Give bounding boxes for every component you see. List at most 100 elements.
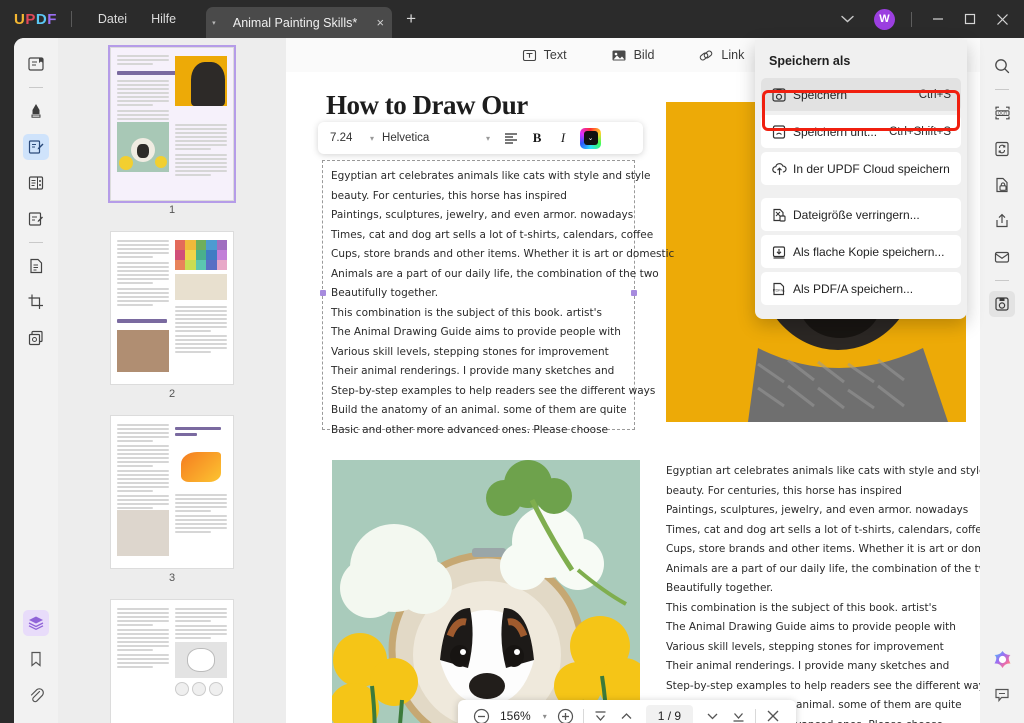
compress-icon bbox=[771, 207, 793, 223]
new-tab-button[interactable]: + bbox=[406, 9, 416, 29]
menu-hilfe[interactable]: Hilfe bbox=[139, 8, 188, 30]
doc-right-line: The Animal Drawing Guide aims to provide… bbox=[666, 621, 956, 633]
search-icon[interactable] bbox=[989, 53, 1015, 79]
bold-button[interactable]: B bbox=[524, 126, 550, 150]
font-size-value[interactable]: 7.24 bbox=[326, 132, 370, 144]
doc-line: beauty. For centuries, this horse has in… bbox=[331, 189, 567, 202]
align-left-icon[interactable] bbox=[498, 126, 524, 150]
save-as-dropdown[interactable]: Speichern als Speichern Ctrl+S Speichern… bbox=[755, 40, 967, 319]
prev-page-icon[interactable] bbox=[614, 703, 640, 723]
font-family-value[interactable]: Helvetica bbox=[382, 132, 486, 144]
page-indicator[interactable]: 1 / 9 bbox=[645, 705, 694, 723]
close-zoom-bar-button[interactable] bbox=[760, 703, 786, 723]
bookmark-icon[interactable] bbox=[23, 646, 49, 672]
chevron-down-icon[interactable] bbox=[827, 15, 868, 23]
resize-handle-left[interactable] bbox=[320, 290, 326, 296]
text-color-icon[interactable]: ⌄ bbox=[580, 127, 602, 149]
zoom-divider-1 bbox=[582, 709, 584, 723]
mail-icon[interactable] bbox=[989, 244, 1015, 270]
toolbar-image-label: Bild bbox=[633, 48, 655, 62]
right-column-text: Egyptian art celebrates animals like cat… bbox=[666, 462, 980, 723]
toolbar-image-button[interactable]: Bild bbox=[611, 48, 655, 63]
doc-line: This combination is the subject of this … bbox=[331, 306, 602, 319]
color-swatch: ⌄ bbox=[583, 131, 598, 145]
layers-icon[interactable] bbox=[23, 610, 49, 636]
doc-line: Paintings, sculptures, jewelry, and even… bbox=[331, 209, 634, 221]
tab-caret-icon: ▾ bbox=[212, 19, 216, 27]
zoom-out-button[interactable] bbox=[468, 703, 494, 723]
menu-item-dateigroesse-verringern[interactable]: Dateigröße verringern... bbox=[761, 198, 961, 231]
ocr-icon[interactable]: OCR bbox=[989, 100, 1015, 126]
font-format-bar[interactable]: 7.24 ▾ Helvetica ▾ B I ⌄ bbox=[318, 122, 643, 154]
document-tab[interactable]: ▾ Animal Painting Skills* × bbox=[206, 7, 393, 38]
embroidery-photo[interactable]: Portinio bbox=[332, 460, 640, 723]
edit-pdf-icon[interactable] bbox=[23, 134, 49, 160]
save-as-icon bbox=[771, 124, 793, 140]
doc-right-line: Egyptian art celebrates animals like cat… bbox=[666, 465, 980, 477]
reader-mode-icon[interactable] bbox=[23, 51, 49, 77]
attachment-icon[interactable] bbox=[23, 682, 49, 708]
resize-handle-right[interactable] bbox=[631, 290, 637, 296]
text-icon bbox=[522, 48, 537, 63]
zoom-dropdown-caret-icon[interactable]: ▾ bbox=[537, 712, 553, 721]
text-edit-box[interactable]: Egyptian art celebrates animals like cat… bbox=[320, 160, 674, 436]
convert-icon[interactable] bbox=[989, 136, 1015, 162]
zoom-toolbar[interactable]: 156% ▾ 1 / 9 bbox=[458, 700, 797, 723]
thumbnail-page-2-number: 2 bbox=[168, 388, 176, 400]
batch-icon[interactable] bbox=[23, 325, 49, 351]
organize-pages-icon[interactable] bbox=[23, 170, 49, 196]
logo-letter-u: U bbox=[14, 10, 26, 28]
menu-item-pdfa-speichern[interactable]: PDF/A Als PDF/A speichern... bbox=[761, 272, 961, 305]
ai-assistant-icon[interactable] bbox=[989, 646, 1015, 672]
thumbnail-page-1[interactable] bbox=[108, 45, 236, 203]
menu-item-speichern-unter[interactable]: Speichern unt... Ctrl+Shift+S bbox=[761, 115, 961, 148]
maximize-button[interactable] bbox=[954, 0, 986, 38]
font-family-caret-icon[interactable]: ▾ bbox=[486, 134, 490, 143]
zoom-level-value[interactable]: 156% bbox=[494, 709, 537, 723]
doc-right-line: Step-by-step examples to help readers se… bbox=[666, 679, 980, 692]
menu-datei[interactable]: Datei bbox=[86, 8, 139, 30]
menu-item-cloud-speichern[interactable]: In der UPDF Cloud speichern bbox=[761, 152, 961, 185]
avatar[interactable]: W bbox=[874, 8, 895, 30]
menu-item-flache-kopie[interactable]: Als flache Kopie speichern... bbox=[761, 235, 961, 268]
doc-line: The Animal Drawing Guide aims to provide… bbox=[331, 326, 621, 338]
next-page-icon[interactable] bbox=[699, 703, 725, 723]
save-icon[interactable] bbox=[989, 291, 1015, 317]
doc-line: Egyptian art celebrates animals like cat… bbox=[331, 170, 651, 182]
close-button[interactable] bbox=[986, 0, 1018, 38]
thumbnail-page-4[interactable] bbox=[111, 600, 233, 723]
flatten-icon bbox=[771, 244, 793, 260]
image-icon bbox=[611, 48, 627, 63]
crop-icon[interactable] bbox=[23, 289, 49, 315]
page-convert-icon[interactable] bbox=[23, 253, 49, 279]
doc-line: Times, cat and dog art sells a lot of t-… bbox=[331, 228, 654, 241]
doc-right-line: Animals are a part of our daily life, th… bbox=[666, 562, 980, 575]
left-rail-bottom-group bbox=[23, 605, 49, 723]
font-size-caret-icon[interactable]: ▾ bbox=[370, 134, 374, 143]
doc-line: Various skill levels, stepping stones fo… bbox=[331, 345, 609, 358]
doc-line: Basic and other more advanced ones. Plea… bbox=[331, 423, 609, 436]
toolbar-text-button[interactable]: Text bbox=[522, 48, 567, 63]
minimize-button[interactable] bbox=[922, 0, 954, 38]
zoom-in-button[interactable] bbox=[553, 703, 579, 723]
share-icon[interactable] bbox=[989, 208, 1015, 234]
fill-sign-icon[interactable] bbox=[23, 206, 49, 232]
thumbnail-page-3[interactable] bbox=[111, 416, 233, 568]
thumbnail-page-2[interactable] bbox=[111, 232, 233, 384]
toolbar-text-label: Text bbox=[543, 48, 567, 62]
toolbar-link-button[interactable]: Link bbox=[698, 48, 744, 63]
feedback-icon[interactable] bbox=[989, 682, 1015, 708]
doc-line: Their animal renderings. I provide many … bbox=[331, 365, 615, 377]
thumbnail-pane[interactable]: 1 2 3 bbox=[58, 38, 286, 723]
italic-button[interactable]: I bbox=[550, 126, 576, 150]
first-page-icon[interactable] bbox=[588, 703, 614, 723]
tab-close-icon[interactable]: × bbox=[376, 15, 384, 30]
protect-icon[interactable] bbox=[989, 172, 1015, 198]
menu-item-speichern[interactable]: Speichern Ctrl+S bbox=[761, 78, 961, 111]
save-disk-icon bbox=[771, 87, 793, 103]
page-heading: How to Draw Our bbox=[326, 90, 528, 120]
thumbnail-page-2-preview bbox=[111, 232, 233, 384]
embroidery-illustration: Portinio bbox=[332, 460, 640, 723]
highlighter-icon[interactable] bbox=[23, 98, 49, 124]
last-page-icon[interactable] bbox=[725, 703, 751, 723]
